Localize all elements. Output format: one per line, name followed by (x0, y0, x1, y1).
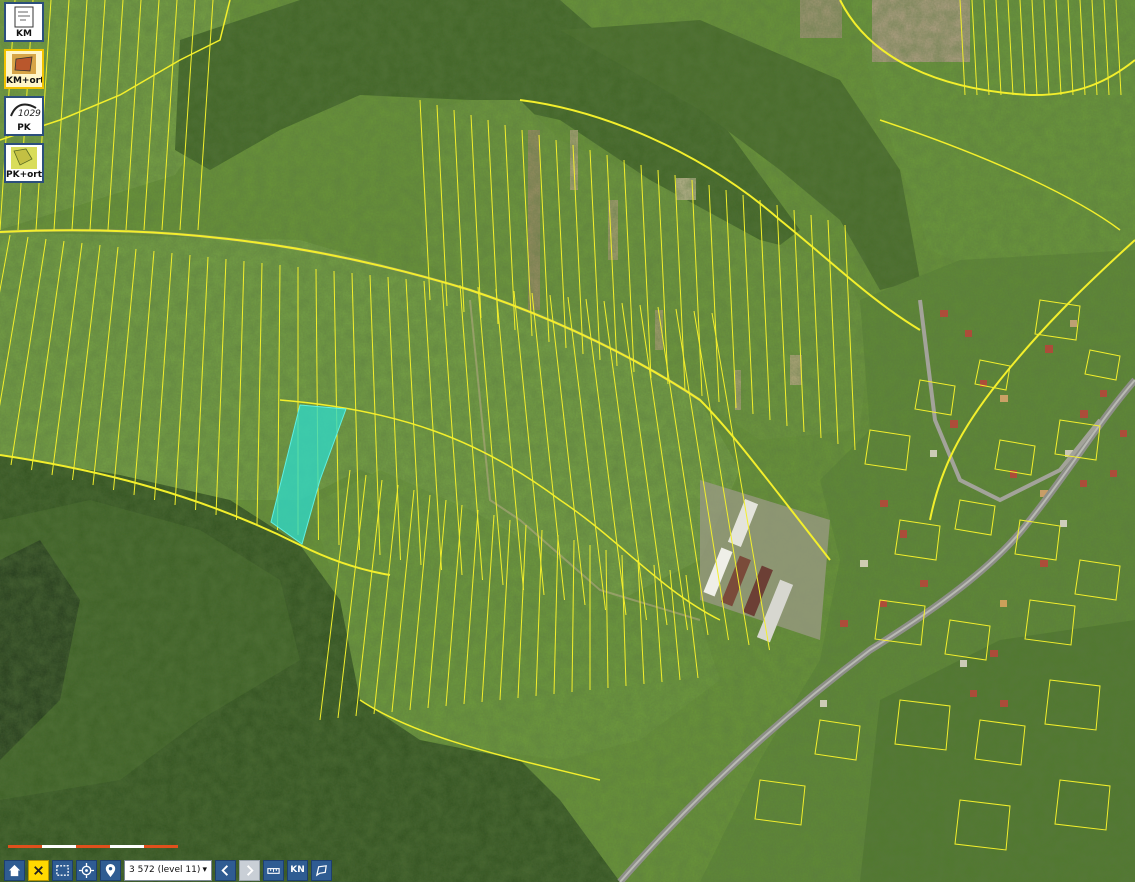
layer-km-button[interactable]: KM (4, 2, 44, 42)
pin-button[interactable] (100, 859, 121, 881)
back-button[interactable] (215, 859, 236, 881)
layer-km-ortho-label: KM+orto (6, 76, 44, 86)
locate-icon (79, 862, 94, 878)
land-register-map-icon: 1029 (10, 103, 41, 119)
forward-icon (246, 864, 254, 876)
back-icon (221, 864, 229, 876)
layer-km-ortho-button[interactable]: KM+orto (4, 49, 44, 89)
layer-pk-button[interactable]: 1029 PK (4, 96, 44, 136)
layer-km-label: KM (16, 29, 32, 39)
pin-icon (105, 863, 116, 877)
svg-text:1029: 1029 (18, 109, 41, 119)
chevron-down-icon: ▾ (202, 865, 207, 875)
kn-button[interactable]: KN (287, 859, 308, 881)
home-button[interactable] (4, 859, 25, 881)
layer-pk-ortho-label: PK+orto (6, 170, 44, 180)
layer-pk-ortho-button[interactable]: PK+orto (4, 143, 44, 183)
land-register-ortho-icon (11, 147, 37, 169)
kn-label: KN (290, 865, 305, 875)
select-area-icon (56, 864, 69, 876)
home-icon (8, 864, 21, 876)
cadastral-ortho-icon (12, 54, 36, 74)
zoom-level-value: 3 572 (level 11) (129, 865, 201, 875)
forward-button[interactable] (239, 859, 260, 881)
measure-icon (267, 867, 280, 874)
clear-selection-button[interactable] (28, 859, 49, 881)
texture-fine (0, 0, 1135, 882)
locate-button[interactable] (76, 859, 97, 881)
orthophoto-map[interactable] (0, 0, 1135, 882)
bottom-toolbar: 3 572 (level 11) ▾ KN (4, 859, 332, 881)
cadastral-map-icon (14, 6, 34, 28)
feedback-button[interactable] (311, 859, 332, 881)
measure-button[interactable] (263, 859, 284, 881)
feedback-icon (315, 864, 327, 877)
layer-pk-label: PK (17, 123, 31, 133)
close-icon (34, 865, 43, 875)
select-area-button[interactable] (52, 859, 73, 881)
zoom-level-select[interactable]: 3 572 (level 11) ▾ (124, 859, 212, 881)
scale-bar (8, 845, 178, 848)
